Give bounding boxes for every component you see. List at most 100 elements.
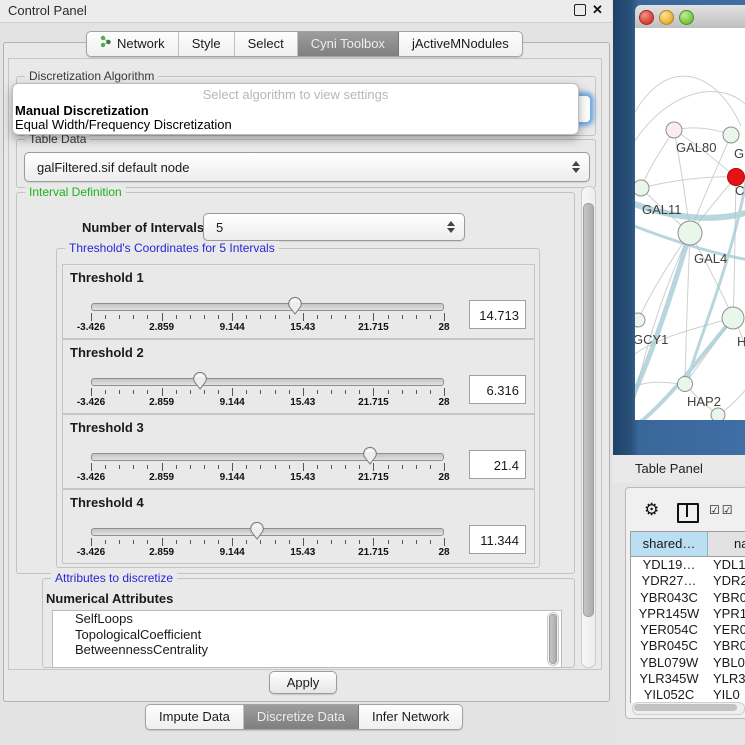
- tick-mark: [147, 540, 148, 544]
- tick-mark: [444, 538, 445, 546]
- table-row[interactable]: YER054CYER0: [631, 622, 745, 638]
- column-header-shared-[interactable]: shared…: [631, 532, 708, 556]
- scrollbar-thumb[interactable]: [549, 614, 557, 664]
- group-title: Attributes to discretize: [51, 571, 177, 586]
- network-node-green[interactable]: [635, 180, 649, 196]
- column-header-na[interactable]: na: [708, 532, 745, 556]
- tick-mark: [147, 390, 148, 394]
- network-node-green[interactable]: [635, 313, 645, 327]
- tick-mark: [204, 315, 205, 319]
- tick-mark: [345, 540, 346, 544]
- checkbox-icons[interactable]: ☑☑: [709, 503, 735, 517]
- tick-mark: [402, 390, 403, 394]
- cell-name: YBL0: [707, 655, 745, 671]
- node-attribute-table[interactable]: shared…na YDL19…YDL1YDR27…YDR2YBR043CYBR…: [630, 531, 745, 703]
- slider-track[interactable]: [91, 303, 444, 311]
- table-panel-title: Table Panel: [635, 461, 703, 476]
- table-data-combobox[interactable]: galFiltered.sif default node: [24, 152, 590, 182]
- node-label-gal80: GAL80: [676, 140, 716, 155]
- tick-mark: [345, 315, 346, 319]
- close-icon[interactable]: ✕: [592, 2, 603, 18]
- tab-infer-network[interactable]: Infer Network: [359, 705, 462, 729]
- minimize-traffic-light-icon[interactable]: [659, 10, 674, 25]
- zoom-traffic-light-icon[interactable]: [679, 10, 694, 25]
- algorithm-option-equal-width-frequency-discretization[interactable]: Equal Width/Frequency Discretization: [15, 118, 576, 132]
- node-label-gal4: GAL4: [694, 251, 727, 266]
- attributes-listbox[interactable]: SelfLoopsTopologicalCoefficientBetweenne…: [52, 610, 562, 668]
- cell-name: YDR2: [707, 573, 745, 589]
- table-row[interactable]: YPR145WYPR1: [631, 606, 745, 622]
- apply-button[interactable]: Apply: [269, 671, 337, 694]
- tab-discretize-data[interactable]: Discretize Data: [244, 705, 359, 729]
- tab-cyni-toolbox[interactable]: Cyni Toolbox: [298, 32, 399, 56]
- threshold-value-field[interactable]: 6.316: [469, 375, 526, 404]
- settings-vertical-scrollbar[interactable]: [581, 186, 596, 668]
- tick-mark: [416, 315, 417, 319]
- float-window-icon[interactable]: [574, 4, 586, 16]
- attribute-item-betweennesscentrality[interactable]: BetweennessCentrality: [53, 642, 561, 658]
- columns-icon[interactable]: [677, 503, 699, 523]
- threshold-value-field[interactable]: 11.344: [469, 525, 526, 554]
- network-node-green[interactable]: [722, 307, 744, 329]
- tab-select[interactable]: Select: [235, 32, 298, 56]
- algorithm-dropdown-popup: Select algorithm to view settings Manual…: [12, 83, 579, 135]
- network-window-titlebar[interactable]: [635, 5, 745, 29]
- network-node-pink[interactable]: [666, 122, 682, 138]
- network-node-green[interactable]: [678, 377, 693, 392]
- close-traffic-light-icon[interactable]: [639, 10, 654, 25]
- threshold-value-field[interactable]: 21.4: [469, 450, 526, 479]
- table-row[interactable]: YBR045CYBR0: [631, 638, 745, 654]
- tick-mark: [147, 315, 148, 319]
- slider-tick-labels: -3.4262.8599.14415.4321.71528: [91, 397, 444, 409]
- slider-track[interactable]: [91, 453, 444, 461]
- slider-track[interactable]: [91, 528, 444, 536]
- tick-mark: [260, 465, 261, 469]
- tick-mark: [260, 390, 261, 394]
- table-row[interactable]: YDL19…YDL1: [631, 557, 745, 573]
- tick-mark: [289, 315, 290, 319]
- tick-mark: [190, 465, 191, 469]
- threshold-row-1: Threshold 1-3.4262.8599.14415.4321.71528…: [62, 264, 535, 339]
- algorithm-option-manual-discretization[interactable]: Manual Discretization: [15, 104, 576, 118]
- attributes-list-scrollbar[interactable]: [547, 612, 559, 666]
- tab-jactivemnodules[interactable]: jActiveMNodules: [399, 32, 522, 56]
- tab-network[interactable]: Network: [87, 32, 179, 56]
- tab-impute-data[interactable]: Impute Data: [146, 705, 244, 729]
- cell-shared-name: YBR045C: [631, 638, 707, 654]
- table-row[interactable]: YDR27…YDR2: [631, 573, 745, 589]
- table-row[interactable]: YBR043CYBR0: [631, 590, 745, 606]
- tick-label: -3.426: [77, 322, 105, 333]
- network-node-green[interactable]: [723, 127, 739, 143]
- attribute-item-topologicalcoefficient[interactable]: TopologicalCoefficient: [53, 627, 561, 643]
- tick-label: 2.859: [149, 322, 174, 333]
- tick-mark: [232, 463, 233, 471]
- tick-label: 2.859: [149, 547, 174, 558]
- network-canvas[interactable]: GAL80G.CGAL11GAL4GCY1HHAP2: [635, 28, 745, 420]
- tick-mark: [359, 465, 360, 469]
- tick-mark: [162, 463, 163, 471]
- node-label-c: C: [735, 183, 744, 198]
- table-row[interactable]: YBL079WYBL0: [631, 655, 745, 671]
- gear-icon[interactable]: ⚙: [644, 500, 659, 520]
- tick-mark: [303, 388, 304, 396]
- scrollbar-thumb[interactable]: [634, 704, 737, 711]
- table-horizontal-scrollbar[interactable]: [632, 702, 745, 715]
- threshold-value-field[interactable]: 14.713: [469, 300, 526, 329]
- threshold-row-4: Threshold 4-3.4262.8599.14415.4321.71528…: [62, 489, 535, 564]
- tick-mark: [275, 390, 276, 394]
- tick-mark: [246, 540, 247, 544]
- tab-style[interactable]: Style: [179, 32, 235, 56]
- tick-mark: [416, 540, 417, 544]
- intervals-selected-value: 5: [204, 220, 444, 235]
- slider-ticks: [91, 313, 444, 322]
- control-panel-titlebar: Control Panel ✕: [0, 0, 612, 23]
- network-node-green[interactable]: [711, 408, 725, 420]
- scrollbar-thumb[interactable]: [583, 203, 594, 617]
- table-row[interactable]: YIL052CYIL0: [631, 687, 745, 703]
- attribute-item-selfloops[interactable]: SelfLoops: [53, 611, 561, 627]
- slider-track[interactable]: [91, 378, 444, 386]
- network-node-green[interactable]: [678, 221, 702, 245]
- tick-mark: [444, 388, 445, 396]
- number-of-intervals-combobox[interactable]: 5: [203, 213, 465, 241]
- table-row[interactable]: YLR345WYLR3: [631, 671, 745, 687]
